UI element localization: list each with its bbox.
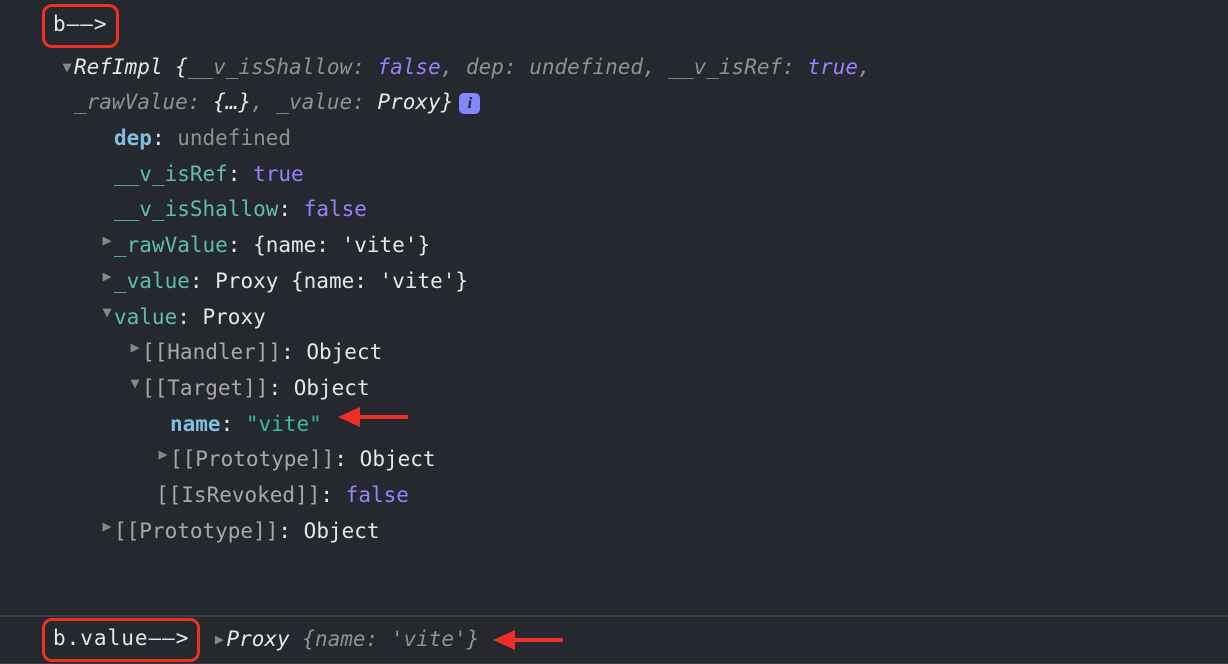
prop-proto-outer[interactable]: [[Prototype]]: Object xyxy=(0,514,1228,550)
object-summary[interactable]: RefImpl { __v_isShallow: false, dep: und… xyxy=(0,50,1228,86)
chevron-down-icon[interactable] xyxy=(60,55,74,81)
prop-revoked[interactable]: [[IsRevoked]]: false xyxy=(0,478,1228,514)
annotation-arrow-icon xyxy=(338,407,408,427)
no-arrow xyxy=(156,407,170,433)
no-arrow xyxy=(100,157,114,183)
no-arrow xyxy=(100,121,114,147)
bottom-row: b.value——> Proxy {name: 'vite'} xyxy=(0,617,1228,664)
chevron-right-icon[interactable] xyxy=(100,228,114,254)
no-arrow xyxy=(128,478,156,504)
prop-rawvalue[interactable]: _rawValue: {name: 'vite'} xyxy=(0,228,1228,264)
prop-target-name[interactable]: name: "vite" xyxy=(0,407,1228,443)
highlight-b: b——> xyxy=(42,4,119,48)
object-summary-line2: _rawValue: {…}, _value: Proxy} i xyxy=(0,85,1228,121)
prop-isref[interactable]: __v_isRef: true xyxy=(0,157,1228,193)
proxy-output[interactable]: Proxy {name: 'vite'} xyxy=(226,622,479,658)
prop-proto-inner[interactable]: [[Prototype]]: Object xyxy=(0,442,1228,478)
annotation-arrow-icon xyxy=(493,630,563,650)
annotation-top: b——> xyxy=(0,4,1228,48)
chevron-right-icon[interactable] xyxy=(156,442,170,468)
chevron-down-icon[interactable] xyxy=(128,371,142,397)
info-icon[interactable]: i xyxy=(459,93,480,114)
chevron-down-icon[interactable] xyxy=(100,300,114,326)
chevron-right-icon[interactable] xyxy=(212,627,226,653)
chevron-right-icon[interactable] xyxy=(100,514,114,540)
prop-dep[interactable]: dep: undefined xyxy=(0,121,1228,157)
prop-value-internal[interactable]: _value: Proxy {name: 'vite'} xyxy=(0,264,1228,300)
chevron-right-icon[interactable] xyxy=(100,264,114,290)
chevron-right-icon[interactable] xyxy=(128,335,142,361)
prop-target[interactable]: [[Target]]: Object xyxy=(0,371,1228,407)
prop-isshallow[interactable]: __v_isShallow: false xyxy=(0,192,1228,228)
prop-value[interactable]: value: Proxy xyxy=(0,300,1228,336)
highlight-bvalue: b.value——> xyxy=(42,618,200,662)
no-arrow xyxy=(100,192,114,218)
prop-handler[interactable]: [[Handler]]: Object xyxy=(0,335,1228,371)
